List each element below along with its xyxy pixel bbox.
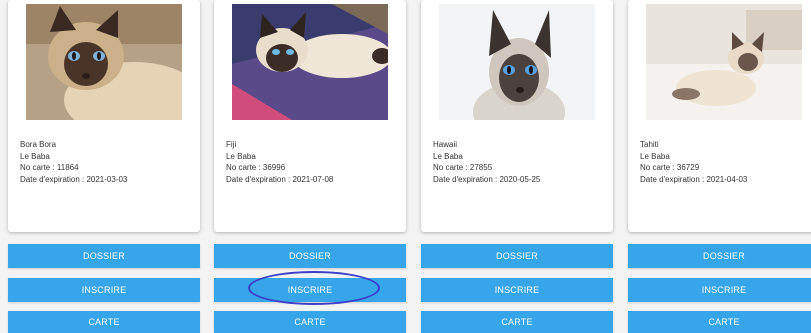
pet-name: Tahiti <box>640 140 659 149</box>
pet-card: Bora Bora Le Baba No carte : 11864 Date … <box>8 0 200 232</box>
pet-info: Tahiti Le Baba No carte : 36729 Date d'e… <box>640 139 811 185</box>
cat-photo <box>646 4 802 120</box>
dossier-button[interactable]: DOSSIER <box>421 244 613 268</box>
pet-name: Hawaii <box>433 140 458 149</box>
expiration-date: Date d'expiration : 2021-03-03 <box>20 174 128 184</box>
siamese-cat-photo-icon <box>232 4 388 120</box>
inscrire-button[interactable]: INSCRIRE <box>421 278 613 302</box>
pet-card: Hawaii Le Baba No carte : 27855 Date d'e… <box>421 0 613 232</box>
dossier-button[interactable]: DOSSIER <box>628 244 811 268</box>
pet-card: Tahiti Le Baba No carte : 36729 Date d'e… <box>628 0 811 232</box>
pet-card-grid: Bora Bora Le Baba No carte : 11864 Date … <box>0 0 811 333</box>
carte-button[interactable]: CARTE <box>628 311 811 333</box>
dossier-button[interactable]: DOSSIER <box>214 244 406 268</box>
pet-breed: Le Baba <box>20 151 50 161</box>
pet-info: Fiji Le Baba No carte : 36996 Date d'exp… <box>226 139 398 185</box>
pet-card: Fiji Le Baba No carte : 36996 Date d'exp… <box>214 0 406 232</box>
cat-photo <box>232 4 388 120</box>
pet-info: Hawaii Le Baba No carte : 27855 Date d'e… <box>433 139 605 185</box>
expiration-date: Date d'expiration : 2020-05-25 <box>433 174 541 184</box>
inscrire-button[interactable]: INSCRIRE <box>214 278 406 302</box>
pet-name: Bora Bora <box>20 140 57 149</box>
expiration-date: Date d'expiration : 2021-07-08 <box>226 174 334 184</box>
dossier-button[interactable]: DOSSIER <box>8 244 200 268</box>
carte-button[interactable]: CARTE <box>421 311 613 333</box>
inscrire-button[interactable]: INSCRIRE <box>628 278 811 302</box>
carte-button[interactable]: CARTE <box>8 311 200 333</box>
cat-photo <box>439 4 595 120</box>
pet-name: Fiji <box>226 140 237 149</box>
card-number: No carte : 11864 <box>20 163 79 172</box>
siamese-cat-photo-icon <box>26 4 182 120</box>
siamese-cat-photo-icon <box>646 4 802 120</box>
inscrire-button[interactable]: INSCRIRE <box>8 278 200 302</box>
card-number: No carte : 36729 <box>640 163 700 172</box>
carte-button[interactable]: CARTE <box>214 311 406 333</box>
card-number: No carte : 36996 <box>226 163 286 172</box>
cat-photo <box>26 4 182 120</box>
card-number: No carte : 27855 <box>433 163 493 172</box>
pet-info: Bora Bora Le Baba No carte : 11864 Date … <box>20 139 192 185</box>
pet-breed: Le Baba <box>640 151 670 161</box>
pet-breed: Le Baba <box>433 151 463 161</box>
siamese-cat-photo-icon <box>439 4 595 120</box>
expiration-date: Date d'expiration : 2021-04-03 <box>640 174 748 184</box>
pet-breed: Le Baba <box>226 151 256 161</box>
